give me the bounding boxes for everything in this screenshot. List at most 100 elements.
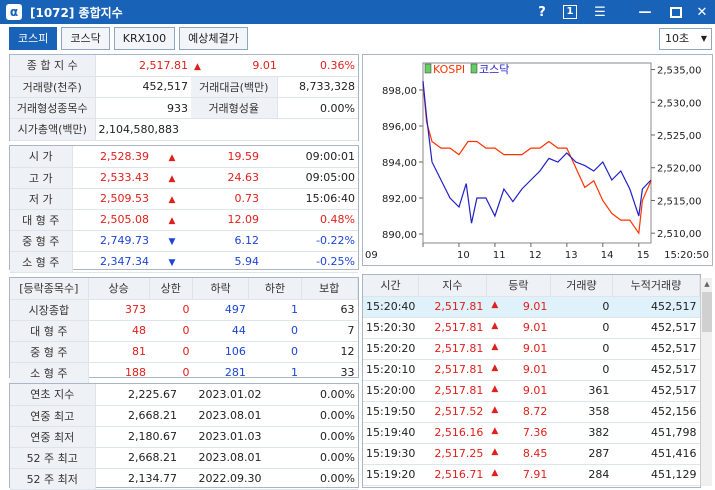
tick-volume: 0: [550, 317, 613, 339]
yearly-label: 52 주 최저: [10, 468, 96, 490]
yearly-table: 연초 지수 2,225.67 2023.01.02 0.00% 연중 최고 2,…: [10, 384, 358, 490]
price-row: 대 형 주 2,505.08 ▲ 12.09 0.48%: [10, 209, 358, 231]
tick-volume: 0: [550, 359, 613, 381]
tick-change: 8.72: [522, 405, 548, 418]
price-label: 소 형 주: [10, 251, 73, 273]
breadth-uplimit: 0: [149, 299, 193, 321]
up-arrow-icon: ▲: [491, 426, 499, 436]
tick-time: 15:20:00: [363, 380, 419, 402]
breadth-flat: 63: [301, 299, 358, 321]
traded-count-value: 933: [95, 97, 191, 119]
minimize-icon[interactable]: —: [633, 0, 657, 24]
ticks-panel: 시간 지수 등락 거래량 누적거래량 15:20:40 2,517.81 ▲ 9.01 0…: [362, 274, 701, 488]
breadth-label: 시장종합: [10, 299, 89, 321]
yearly-panel: 연초 지수 2,225.67 2023.01.02 0.00% 연중 최고 2,…: [9, 383, 359, 490]
tick-change: 8.45: [522, 447, 548, 460]
yearly-value: 2,668.21: [95, 405, 180, 427]
window-title: [1072] 종합지수: [30, 5, 123, 20]
price-label: 저 가: [10, 188, 73, 210]
price-change: 19.59: [192, 146, 262, 168]
yearly-pct: 0.00%: [280, 426, 358, 448]
summary-label: 거래대금(백만): [191, 76, 278, 98]
ticks-header-cell: 등락: [486, 275, 551, 297]
tick-cumulative: 451,798: [612, 422, 700, 444]
breadth-row: 대 형 주 48 0 44 0 7: [10, 320, 358, 342]
y-left-tick-label: 892,00: [382, 194, 417, 205]
up-arrow-icon: ▲: [168, 174, 176, 184]
yearly-row: 52 주 최고 2,668.21 2023.08.01 0.00%: [10, 447, 358, 469]
price-value: 2,509.53: [72, 188, 152, 210]
table-row[interactable]: 15:19:40 2,516.16 ▲ 7.36 382 451,798: [363, 422, 700, 444]
breadth-header-cell: 상승: [88, 278, 150, 300]
market-tabs: 코스피 코스닥 KRX100 예상체결가: [9, 27, 248, 50]
breadth-downlimit: 0: [248, 341, 302, 363]
table-row[interactable]: 15:20:00 2,517.81 ▲ 9.01 361 452,517: [363, 380, 700, 402]
ticks-scrollbar[interactable]: ▲: [700, 278, 712, 486]
table-row[interactable]: 15:20:40 2,517.81 ▲ 9.01 0 452,517: [363, 296, 700, 318]
down-arrow-icon: ▼: [168, 237, 176, 247]
price-change: 5.94: [192, 251, 262, 273]
tick-volume: 287: [550, 443, 613, 465]
up-arrow-icon: ▲: [491, 363, 499, 373]
breadth-flat: 12: [301, 341, 358, 363]
legend-swatch: [470, 63, 478, 74]
breadth-up: 373: [88, 299, 149, 321]
breadth-row: 소 형 주 188 0 281 1 33: [10, 362, 358, 384]
yearly-row: 연초 지수 2,225.67 2023.01.02 0.00%: [10, 384, 358, 406]
breadth-header-cell: 하락: [192, 278, 250, 300]
x-end-label: 15:20:50: [664, 250, 709, 261]
menu-icon[interactable]: ☰: [588, 0, 612, 24]
yearly-value: 2,134.77: [95, 468, 180, 490]
yearly-row: 연중 최저 2,180.67 2023.01.03 0.00%: [10, 426, 358, 448]
breadth-downlimit: 1: [248, 299, 302, 321]
price-label: 대 형 주: [10, 209, 73, 231]
y-right-tick-label: 2,515,00: [657, 196, 702, 207]
scroll-thumb[interactable]: [702, 292, 712, 332]
up-arrow-icon: ▲: [491, 384, 499, 394]
tab-kospi[interactable]: 코스피: [9, 27, 58, 50]
price-label: 시 가: [10, 146, 73, 168]
tick-cumulative: 451,129: [612, 464, 700, 486]
close-icon[interactable]: ✕: [690, 0, 714, 24]
table-row[interactable]: 15:19:50 2,517.52 ▲ 8.72 358 452,156: [363, 401, 700, 423]
yearly-date: 2023.01.03: [180, 426, 280, 448]
scroll-up-icon[interactable]: ▲: [701, 278, 713, 290]
page-indicator-button[interactable]: 1: [558, 0, 582, 24]
y-right-tick-label: 2,525,00: [657, 131, 702, 142]
price-change: 12.09: [192, 209, 262, 231]
interval-select[interactable]: 10초 ▼: [659, 28, 712, 50]
help-button[interactable]: ?: [530, 0, 554, 24]
table-row[interactable]: 15:20:30 2,517.81 ▲ 9.01 0 452,517: [363, 317, 700, 339]
yearly-date: 2023.01.02: [180, 384, 280, 406]
breadth-header-cell: 상한: [149, 278, 193, 300]
breadth-flat: 7: [301, 320, 358, 342]
tab-expected[interactable]: 예상체결가: [179, 27, 248, 50]
price-table: 시 가 2,528.39 ▲ 19.59 09:00:01 고 가 2,533.…: [10, 146, 358, 273]
price-label: 중 형 주: [10, 230, 73, 252]
table-row[interactable]: 15:19:20 2,516.71 ▲ 7.91 284 451,129: [363, 464, 700, 486]
table-row[interactable]: 15:20:20 2,517.81 ▲ 9.01 0 452,517: [363, 338, 700, 360]
y-right-tick-label: 2,530,00: [657, 98, 702, 109]
x-tick-label: 13: [565, 250, 578, 261]
tick-volume: 0: [550, 296, 613, 318]
tick-index: 2,517.81: [418, 359, 487, 381]
breadth-table: [등락종목수] 상승 상한 하락 하한 보합 시장종합 373 0 497 1 63 대 …: [10, 278, 359, 384]
breadth-panel: [등락종목수] 상승 상한 하락 하한 보합 시장종합 373 0 497 1 63 대 …: [9, 277, 359, 384]
tick-time: 15:20:30: [363, 317, 419, 339]
yearly-date: 2023.08.01: [180, 405, 280, 427]
up-arrow-icon: ▲: [491, 321, 499, 331]
x-tick-label: 12: [529, 250, 542, 261]
maximize-icon[interactable]: [664, 0, 688, 24]
price-value: 2,749.73: [72, 230, 152, 252]
up-arrow-icon: ▲: [168, 195, 176, 205]
x-tick-label: 10: [457, 250, 470, 261]
tick-time: 15:20:10: [363, 359, 419, 381]
yearly-label: 52 주 최고: [10, 447, 96, 469]
up-arrow-icon: ▲: [491, 342, 499, 352]
tab-krx100[interactable]: KRX100: [113, 27, 176, 50]
yearly-value: 2,225.67: [95, 384, 180, 406]
index-value: 2,517.81: [95, 55, 191, 77]
table-row[interactable]: 15:20:10 2,517.81 ▲ 9.01 0 452,517: [363, 359, 700, 381]
tab-kosdaq[interactable]: 코스닥: [61, 27, 110, 50]
table-row[interactable]: 15:19:30 2,517.25 ▲ 8.45 287 451,416: [363, 443, 700, 465]
